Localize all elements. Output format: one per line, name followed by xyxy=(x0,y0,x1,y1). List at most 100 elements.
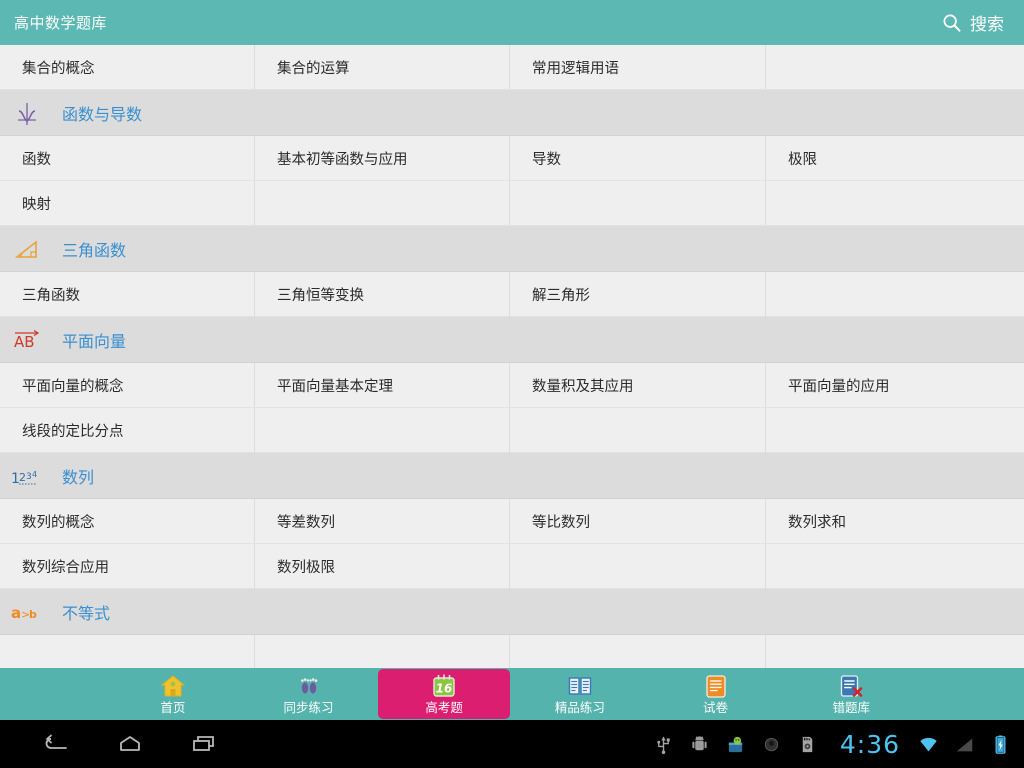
topic-cell xyxy=(766,635,1024,668)
tab-wrong-answers[interactable]: 错题库 xyxy=(785,669,917,719)
topic-cell[interactable]: 平面向量基本定理 xyxy=(255,363,510,407)
tab-premium-practice[interactable]: 精品练习 xyxy=(514,669,646,719)
topic-cell[interactable]: 极限 xyxy=(766,136,1024,180)
footprints-icon xyxy=(296,673,322,699)
topic-cell[interactable]: 常用逻辑用语 xyxy=(510,45,766,89)
tab-label: 试卷 xyxy=(703,701,728,715)
status-icons: 4:36 xyxy=(654,730,1024,759)
svg-text:2: 2 xyxy=(19,471,26,484)
topic-cell xyxy=(255,408,510,452)
topic-cell xyxy=(510,635,766,668)
section-title: 不等式 xyxy=(62,600,110,624)
calendar-16-icon: 16 xyxy=(431,673,457,699)
navigation-keys xyxy=(0,732,218,756)
usb-icon xyxy=(654,734,673,755)
open-book-icon xyxy=(567,673,593,699)
section-title: 数列 xyxy=(62,464,94,488)
battery-charging-icon xyxy=(991,734,1010,755)
table-row[interactable]: 映射 xyxy=(0,181,1024,226)
section-header-plane-vectors[interactable]: AB 平面向量 xyxy=(0,317,1024,363)
back-arrow-icon xyxy=(42,732,70,756)
wrong-answers-icon xyxy=(838,673,864,699)
tab-home[interactable]: 首页 xyxy=(107,669,239,719)
recents-button[interactable] xyxy=(190,732,218,756)
tab-label: 高考题 xyxy=(425,701,463,715)
table-row[interactable]: 集合的概念 集合的运算 常用逻辑用语 xyxy=(0,45,1024,90)
search-label: 搜索 xyxy=(970,10,1004,35)
table-row[interactable]: 数列综合应用 数列极限 xyxy=(0,544,1024,589)
topic-cell[interactable]: 数列综合应用 xyxy=(0,544,255,588)
circle-notification-icon xyxy=(762,734,781,755)
topic-cell xyxy=(766,272,1024,316)
home-button[interactable] xyxy=(116,732,144,756)
topic-cell xyxy=(255,181,510,225)
section-title: 三角函数 xyxy=(62,237,126,261)
svg-text:3: 3 xyxy=(26,472,32,482)
section-header-trigonometry[interactable]: 三角函数 xyxy=(0,226,1024,272)
android-debug-icon xyxy=(690,734,709,755)
section-title: 平面向量 xyxy=(62,328,126,352)
topic-cell[interactable]: 三角恒等变换 xyxy=(255,272,510,316)
section-title: 函数与导数 xyxy=(62,101,142,125)
topic-list[interactable]: 集合的概念 集合的运算 常用逻辑用语 函数与导数 函数 基本初等函数与应用 导数… xyxy=(0,45,1024,668)
topic-cell[interactable]: 函数 xyxy=(0,136,255,180)
bottom-tabbar: 首页 同步练习 16 高考题 xyxy=(0,668,1024,720)
topic-cell[interactable]: 数列求和 xyxy=(766,499,1024,543)
topic-cell[interactable]: 等差数列 xyxy=(255,499,510,543)
topic-cell[interactable]: 数量积及其应用 xyxy=(510,363,766,407)
numbers-1234-icon: 1 2 3 4 xyxy=(10,461,44,491)
table-row[interactable]: 线段的定比分点 xyxy=(0,408,1024,453)
status-clock: 4:36 xyxy=(840,730,900,759)
svg-text:4: 4 xyxy=(32,470,37,479)
topic-cell xyxy=(510,181,766,225)
topic-cell[interactable]: 数列极限 xyxy=(255,544,510,588)
svg-text:b: b xyxy=(29,608,37,621)
sd-card-icon xyxy=(798,734,817,755)
topic-cell xyxy=(766,544,1024,588)
topic-cell[interactable]: 平面向量的应用 xyxy=(766,363,1024,407)
topic-cell xyxy=(0,635,255,668)
topic-cell xyxy=(510,408,766,452)
table-row[interactable]: 平面向量的概念 平面向量基本定理 数量积及其应用 平面向量的应用 xyxy=(0,363,1024,408)
tab-label: 精品练习 xyxy=(555,701,605,715)
search-icon xyxy=(941,12,963,34)
table-row[interactable]: 三角函数 三角恒等变换 解三角形 xyxy=(0,272,1024,317)
topic-cell[interactable]: 等比数列 xyxy=(510,499,766,543)
page-title: 高中数学题库 xyxy=(14,12,107,33)
home-pentagon-icon xyxy=(116,732,144,756)
topic-cell[interactable]: 集合的概念 xyxy=(0,45,255,89)
topic-cell[interactable]: 导数 xyxy=(510,136,766,180)
wifi-icon xyxy=(919,734,938,755)
section-header-functions-derivatives[interactable]: 函数与导数 xyxy=(0,90,1024,136)
right-triangle-icon xyxy=(10,234,44,264)
signal-icon xyxy=(955,734,974,755)
table-row[interactable] xyxy=(0,635,1024,668)
svg-text:a: a xyxy=(11,604,21,622)
search-button[interactable]: 搜索 xyxy=(941,10,1010,35)
tab-sync-practice[interactable]: 同步练习 xyxy=(243,669,375,719)
topic-cell[interactable]: 三角函数 xyxy=(0,272,255,316)
back-button[interactable] xyxy=(42,732,70,756)
tab-exam-papers[interactable]: 试卷 xyxy=(650,669,782,719)
topic-cell[interactable]: 平面向量的概念 xyxy=(0,363,255,407)
topic-cell[interactable]: 集合的运算 xyxy=(255,45,510,89)
android-app-screen: 高中数学题库 搜索 集合的概念 集合的运算 常用逻辑用语 xyxy=(0,0,1024,768)
svg-text:AB: AB xyxy=(14,333,35,351)
topic-cell[interactable]: 数列的概念 xyxy=(0,499,255,543)
recents-squares-icon xyxy=(190,732,218,756)
vector-ab-icon: AB xyxy=(10,325,44,355)
table-row[interactable]: 数列的概念 等差数列 等比数列 数列求和 xyxy=(0,499,1024,544)
a-greater-b-icon: a > b xyxy=(10,597,44,627)
topic-cell[interactable]: 映射 xyxy=(0,181,255,225)
section-header-inequalities[interactable]: a > b 不等式 xyxy=(0,589,1024,635)
topic-cell xyxy=(510,544,766,588)
tab-label: 首页 xyxy=(160,701,185,715)
table-row[interactable]: 函数 基本初等函数与应用 导数 极限 xyxy=(0,136,1024,181)
app-notification-icon xyxy=(726,734,745,755)
topic-cell[interactable]: 基本初等函数与应用 xyxy=(255,136,510,180)
topic-cell[interactable]: 线段的定比分点 xyxy=(0,408,255,452)
exam-paper-icon xyxy=(703,673,729,699)
section-header-sequences[interactable]: 1 2 3 4 数列 xyxy=(0,453,1024,499)
tab-gaokao-questions[interactable]: 16 高考题 xyxy=(378,669,510,719)
topic-cell[interactable]: 解三角形 xyxy=(510,272,766,316)
